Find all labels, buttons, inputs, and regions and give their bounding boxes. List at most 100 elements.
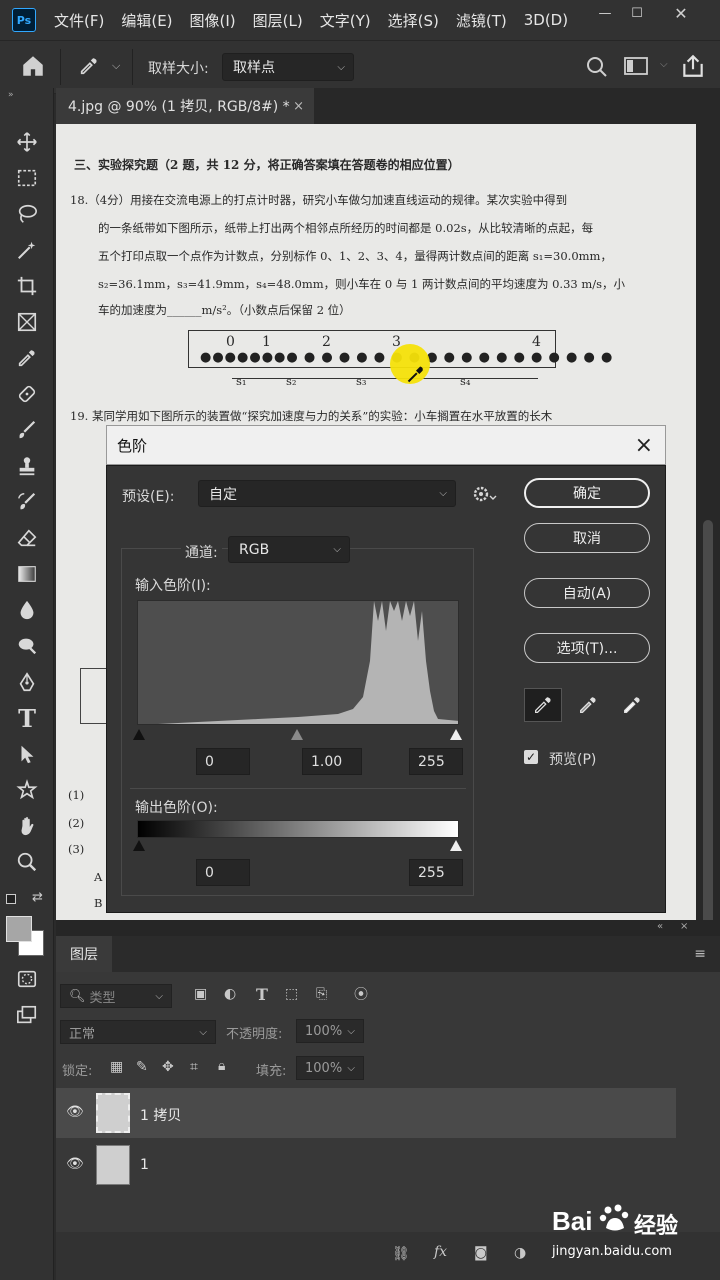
output-black-slider[interactable] bbox=[133, 840, 145, 851]
menu-select[interactable]: 选择(S) bbox=[388, 10, 439, 31]
marquee-tool-icon[interactable] bbox=[9, 162, 45, 194]
sample-size-select[interactable]: 取样点 ⌵ bbox=[222, 53, 354, 81]
eyedropper-tool-icon[interactable] bbox=[78, 55, 100, 81]
layer-row-copy[interactable]: 👁︎ 1 拷贝 bbox=[56, 1088, 676, 1138]
default-colors-icon[interactable] bbox=[6, 894, 16, 904]
white-point-eyedropper-icon[interactable] bbox=[613, 688, 651, 722]
maximize-icon[interactable]: ☐ bbox=[622, 0, 652, 26]
lock-position-icon[interactable]: ✥ bbox=[162, 1059, 174, 1075]
collapse-toolbar-icon[interactable]: » bbox=[8, 90, 14, 100]
swap-colors-icon[interactable]: ⇄ bbox=[32, 890, 43, 905]
preset-options-gear-icon[interactable] bbox=[472, 484, 498, 508]
filter-smart-object-icon[interactable]: ⎘ bbox=[316, 986, 327, 1002]
output-black-field[interactable]: 0 bbox=[196, 859, 250, 886]
preview-checkbox[interactable]: ✓ bbox=[524, 750, 538, 764]
menu-filter[interactable]: 滤镜(T) bbox=[456, 10, 507, 31]
output-white-slider[interactable] bbox=[450, 840, 462, 851]
tool-preset-chevron-icon[interactable]: ⌵ bbox=[112, 59, 120, 73]
input-black-slider[interactable] bbox=[133, 729, 145, 740]
options-button[interactable]: 选项(T)... bbox=[524, 633, 650, 663]
link-layers-icon[interactable]: ⛓︎ bbox=[392, 1246, 410, 1262]
history-brush-icon[interactable] bbox=[9, 486, 45, 518]
document-tab[interactable]: 4.jpg @ 90% (1 拷贝, RGB/8#) * × bbox=[56, 88, 314, 124]
workspace-icon[interactable] bbox=[624, 55, 650, 81]
search-icon[interactable] bbox=[585, 55, 609, 83]
auto-button[interactable]: 自动(A) bbox=[524, 578, 650, 608]
workspace-chevron-icon[interactable]: ⌵ bbox=[660, 59, 668, 70]
crop-tool-icon[interactable] bbox=[9, 270, 45, 302]
input-gamma-field[interactable]: 1.00 bbox=[302, 748, 362, 775]
share-icon[interactable] bbox=[680, 53, 706, 83]
type-tool-icon[interactable]: T bbox=[9, 702, 45, 734]
add-mask-icon[interactable]: ◙ bbox=[474, 1245, 488, 1261]
cancel-button[interactable]: 取消 bbox=[524, 523, 650, 553]
gradient-tool-icon[interactable] bbox=[9, 558, 45, 590]
eye-icon[interactable]: 👁︎ bbox=[66, 1156, 84, 1172]
menu-3d[interactable]: 3D(D) bbox=[524, 11, 568, 29]
menu-type[interactable]: 文字(Y) bbox=[320, 10, 371, 31]
canvas-scrollbar[interactable] bbox=[703, 520, 713, 950]
quick-mask-icon[interactable] bbox=[9, 963, 45, 995]
lasso-tool-icon[interactable] bbox=[9, 198, 45, 230]
photoshop-logo-icon[interactable]: Ps bbox=[12, 8, 36, 32]
blur-tool-icon[interactable] bbox=[9, 594, 45, 626]
fx-icon[interactable]: fx bbox=[434, 1244, 447, 1260]
channel-select[interactable]: RGB ⌵ bbox=[228, 536, 350, 563]
input-white-field[interactable]: 255 bbox=[409, 748, 463, 775]
lock-all-icon[interactable]: 🔒︎ bbox=[218, 1058, 225, 1074]
filter-pixel-icon[interactable]: ▣ bbox=[194, 986, 207, 1002]
menu-layer[interactable]: 图层(L) bbox=[253, 10, 303, 31]
blend-mode-select[interactable]: 正常 ⌵ bbox=[60, 1020, 216, 1044]
move-tool-icon[interactable] bbox=[9, 126, 45, 158]
input-gamma-slider[interactable] bbox=[291, 729, 303, 740]
levels-dialog-titlebar[interactable]: 色阶 × bbox=[106, 425, 666, 465]
lock-image-icon[interactable]: ✎ bbox=[136, 1059, 148, 1075]
gray-point-eyedropper-icon[interactable] bbox=[569, 688, 607, 722]
preset-select[interactable]: 自定 ⌵ bbox=[198, 480, 456, 507]
screen-mode-icon[interactable] bbox=[9, 999, 45, 1031]
tab-layers[interactable]: 图层 bbox=[56, 936, 112, 972]
stamp-tool-icon[interactable] bbox=[9, 450, 45, 482]
minimize-icon[interactable]: — bbox=[590, 0, 620, 26]
filter-toggle-icon[interactable]: ⦿ bbox=[354, 984, 368, 1004]
dodge-tool-icon[interactable] bbox=[9, 630, 45, 662]
close-window-icon[interactable]: ✕ bbox=[666, 0, 696, 26]
path-selection-tool-icon[interactable] bbox=[9, 738, 45, 770]
layer-name[interactable]: 1 拷贝 bbox=[140, 1105, 181, 1125]
collapse-panel-icon[interactable]: « bbox=[657, 921, 663, 932]
lock-transparent-icon[interactable]: ▦ bbox=[110, 1059, 123, 1075]
fill-field[interactable]: 100% ⌵ bbox=[296, 1056, 364, 1080]
home-icon[interactable] bbox=[20, 53, 46, 83]
close-dialog-icon[interactable]: × bbox=[635, 433, 653, 458]
opacity-field[interactable]: 100% ⌵ bbox=[296, 1019, 364, 1043]
layer-filter-select[interactable]: 🔍︎ 类型 ⌵ bbox=[60, 984, 172, 1008]
input-black-field[interactable]: 0 bbox=[196, 748, 250, 775]
panel-menu-icon[interactable]: ≡ bbox=[694, 946, 706, 962]
filter-shape-icon[interactable]: ⬚ bbox=[285, 986, 298, 1002]
black-point-eyedropper-icon[interactable] bbox=[524, 688, 562, 722]
adjustment-layer-icon[interactable]: ◑ bbox=[514, 1245, 526, 1261]
output-white-field[interactable]: 255 bbox=[409, 859, 463, 886]
pen-tool-icon[interactable] bbox=[9, 666, 45, 698]
menu-image[interactable]: 图像(I) bbox=[190, 10, 236, 31]
menu-edit[interactable]: 编辑(E) bbox=[121, 10, 172, 31]
ok-button[interactable]: 确定 bbox=[524, 478, 650, 508]
eraser-tool-icon[interactable] bbox=[9, 522, 45, 554]
menu-file[interactable]: 文件(F) bbox=[54, 10, 104, 31]
custom-shape-tool-icon[interactable] bbox=[9, 774, 45, 806]
input-white-slider[interactable] bbox=[450, 729, 462, 740]
zoom-tool-icon[interactable] bbox=[9, 846, 45, 878]
hand-tool-icon[interactable] bbox=[9, 810, 45, 842]
eye-icon[interactable]: 👁︎ bbox=[66, 1104, 84, 1120]
spot-healing-tool-icon[interactable] bbox=[9, 378, 45, 410]
layer-row-base[interactable]: 👁︎ 1 bbox=[56, 1140, 676, 1190]
close-tab-icon[interactable]: × bbox=[293, 99, 304, 114]
eyedropper-icon[interactable] bbox=[9, 342, 45, 374]
lock-artboard-icon[interactable]: ⌗ bbox=[190, 1059, 198, 1075]
foreground-color-swatch[interactable] bbox=[6, 916, 32, 942]
brush-tool-icon[interactable] bbox=[9, 414, 45, 446]
filter-type-icon[interactable]: T bbox=[256, 985, 268, 1004]
filter-adjustment-icon[interactable]: ◐ bbox=[224, 986, 236, 1002]
frame-tool-icon[interactable] bbox=[9, 306, 45, 338]
close-panel-icon[interactable]: × bbox=[680, 921, 688, 932]
